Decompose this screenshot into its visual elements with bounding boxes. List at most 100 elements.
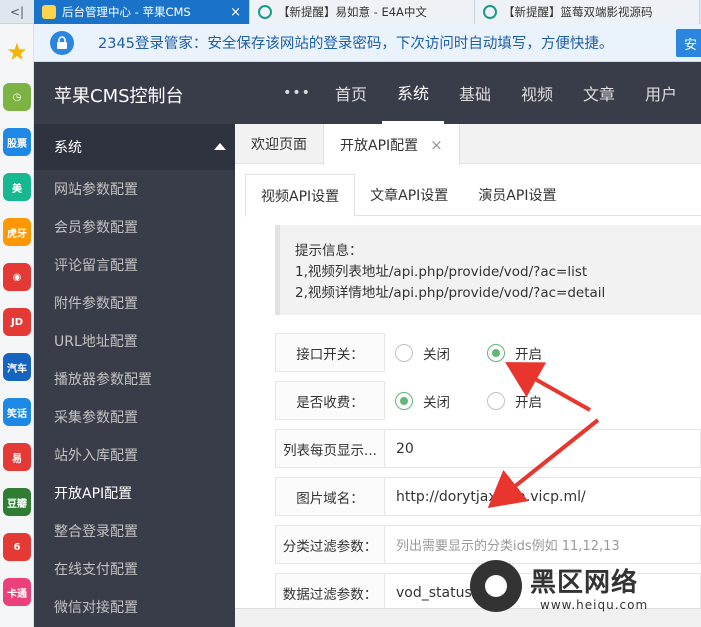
watermark-brand: 黑区网络 bbox=[530, 568, 639, 598]
yi-icon[interactable]: 易 bbox=[3, 443, 31, 471]
nav-item-article[interactable]: 文章 bbox=[568, 62, 630, 124]
password-manager-text: 2345登录管家：安全保存该网站的登录密码，下次访问时自动填写，方便快捷。 bbox=[98, 36, 614, 52]
pagesize-input[interactable]: 20 bbox=[384, 429, 701, 468]
radio-checked-icon bbox=[395, 392, 413, 410]
sidebar-item-member-config[interactable]: 会员参数配置 bbox=[34, 208, 235, 246]
sidebar-item-import-config[interactable]: 站外入库配置 bbox=[34, 436, 235, 474]
browser-sidebar: ★ ◷ 股票美虎牙 ◉ JD 汽车笑话易豆瓣 6 卡通 bbox=[0, 24, 34, 627]
tab-close-icon[interactable]: × bbox=[224, 5, 241, 20]
password-manager-bar: 2345登录管家：安全保存该网站的登录密码，下次访问时自动填写，方便快捷。 安 bbox=[0, 24, 701, 62]
switch-off-radio[interactable]: 关闭 bbox=[395, 343, 450, 363]
watermark: 黑区网络 www.heiqu.com bbox=[462, 560, 701, 627]
subtab-article-api[interactable]: 文章API设置 bbox=[355, 174, 463, 216]
radio-circle-icon bbox=[395, 344, 413, 362]
imgdomain-label: 图片域名： bbox=[275, 477, 385, 516]
sidebar-group-system[interactable]: 系统 bbox=[34, 124, 235, 170]
cms-header: 苹果CMS控制台 ••• 首页 系统 基础 视频 文章 用户 模 bbox=[34, 62, 701, 124]
form-row-pagesize: 列表每页显示... 20 bbox=[275, 429, 701, 468]
nav-item-video[interactable]: 视频 bbox=[506, 62, 568, 124]
watermark-logo-icon bbox=[470, 560, 522, 612]
subtab-video-api[interactable]: 视频API设置 bbox=[245, 174, 356, 217]
radio-label: 关闭 bbox=[423, 347, 450, 363]
cartoon-icon[interactable]: 卡通 bbox=[3, 578, 31, 606]
charge-on-radio[interactable]: 开启 bbox=[487, 391, 542, 411]
cms-logo: 苹果CMS控制台 bbox=[54, 86, 184, 107]
tab-welcome[interactable]: 欢迎页面 bbox=[235, 124, 323, 164]
subtab-actor-api[interactable]: 演员API设置 bbox=[463, 174, 571, 216]
sidebar-item-api-config[interactable]: 开放API配置 bbox=[34, 474, 235, 512]
switch-on-radio[interactable]: 开启 bbox=[487, 343, 542, 363]
typefilter-label: 分类过滤参数： bbox=[275, 525, 385, 564]
charge-off-radio[interactable]: 关闭 bbox=[395, 391, 450, 411]
browser-tab-title: 后台管理中心 - 苹果CMS bbox=[62, 5, 191, 19]
save-password-button[interactable]: 安 bbox=[676, 29, 701, 57]
switch-label: 接口开关： bbox=[275, 333, 385, 372]
nav-item-home[interactable]: 首页 bbox=[320, 62, 382, 124]
radio-label: 开启 bbox=[515, 395, 542, 411]
form-row-typefilter: 分类过滤参数： 列出需要显示的分类ids例如 11,12,13 bbox=[275, 525, 701, 564]
sidebar-item-player-config[interactable]: 播放器参数配置 bbox=[34, 360, 235, 398]
sidebar-item-url-config[interactable]: URL地址配置 bbox=[34, 322, 235, 360]
browser-tab-title: 【新提醒】易如意 - E4A中文 bbox=[278, 5, 427, 19]
radio-circle-icon bbox=[487, 392, 505, 410]
main-content: 欢迎页面 开放API配置 × 视频API设置 文章API设置 演员API设置 提… bbox=[235, 124, 701, 627]
form-row-charge: 是否收费： 关闭 开启 bbox=[275, 381, 701, 420]
sidebar-item-login-config[interactable]: 整合登录配置 bbox=[34, 512, 235, 550]
tab-api-config[interactable]: 开放API配置 × bbox=[323, 124, 460, 165]
top-nav: ••• 首页 系统 基础 视频 文章 用户 模 bbox=[274, 62, 701, 124]
radio-label: 开启 bbox=[515, 347, 542, 363]
lock-icon bbox=[50, 30, 74, 55]
api-sub-tabs: 视频API设置 文章API设置 演员API设置 bbox=[245, 174, 701, 217]
datafilter-label: 数据过滤参数： bbox=[275, 573, 385, 612]
sidebar-item-attachment-config[interactable]: 附件参数配置 bbox=[34, 284, 235, 322]
tab-close-icon[interactable]: × bbox=[430, 136, 443, 154]
browser-tab[interactable]: 【新提醒】易如意 - E4A中文 bbox=[250, 0, 475, 24]
pagesize-label: 列表每页显示... bbox=[275, 429, 385, 468]
radio-label: 关闭 bbox=[423, 395, 450, 411]
sidebar-item-pay-config[interactable]: 在线支付配置 bbox=[34, 550, 235, 588]
car-icon[interactable]: 汽车 bbox=[3, 353, 31, 381]
page-tabs: 欢迎页面 开放API配置 × bbox=[235, 124, 701, 165]
watermark-url: www.heiqu.com bbox=[540, 598, 649, 612]
sidebar-item-collect-config[interactable]: 采集参数配置 bbox=[34, 398, 235, 436]
typefilter-input[interactable]: 列出需要显示的分类ids例如 11,12,13 bbox=[384, 525, 701, 564]
browser-tab[interactable]: 【新提醒】篮莓双端影视源码 bbox=[475, 0, 700, 24]
form-row-imgdomain: 图片域名： http://dorytjax.usa.vicp.ml/ bbox=[275, 477, 701, 516]
charge-label: 是否收费： bbox=[275, 381, 385, 420]
browser-tab-title: 【新提醒】篮莓双端影视源码 bbox=[503, 5, 653, 19]
apple-cms-favicon-icon bbox=[42, 5, 56, 19]
six-icon[interactable]: 6 bbox=[3, 533, 31, 561]
huya-icon[interactable]: 虎牙 bbox=[3, 218, 31, 246]
hint-line: 2,视频详情地址/api.php/provide/vod/?ac=detail bbox=[295, 285, 606, 301]
sidebar-item-wechat-config[interactable]: 微信对接配置 bbox=[34, 588, 235, 626]
imgdomain-input[interactable]: http://dorytjax.usa.vicp.ml/ bbox=[384, 477, 701, 516]
nav-item-basic[interactable]: 基础 bbox=[444, 62, 506, 124]
nav-item-system[interactable]: 系统 bbox=[382, 62, 444, 124]
stock-icon[interactable]: 股票 bbox=[3, 128, 31, 156]
nav-item-template[interactable]: 模 bbox=[692, 62, 701, 124]
cms-sidebar: 系统 网站参数配置 会员参数配置 评论留言配置 附件参数配置 URL地址配置 播… bbox=[34, 124, 235, 627]
nav-item-user[interactable]: 用户 bbox=[630, 62, 692, 124]
tab-back-button[interactable]: <| bbox=[0, 0, 34, 24]
browser-tab-strip: <| 后台管理中心 - 苹果CMS × 【新提醒】易如意 - E4A中文 【新提… bbox=[0, 0, 701, 24]
chrome-icon[interactable]: ◉ bbox=[3, 263, 31, 291]
nav-more-icon[interactable]: ••• bbox=[274, 62, 320, 124]
hint-title: 提示信息： bbox=[295, 243, 363, 259]
jd-icon[interactable]: JD bbox=[3, 308, 31, 336]
browser-tab-active[interactable]: 后台管理中心 - 苹果CMS × bbox=[34, 0, 250, 24]
tab-api-config-label: 开放API配置 bbox=[340, 137, 419, 154]
site-favicon-icon bbox=[258, 5, 272, 19]
joke-icon[interactable]: 笑话 bbox=[3, 398, 31, 426]
star-icon[interactable]: ★ bbox=[3, 38, 31, 66]
radio-checked-icon bbox=[487, 344, 505, 362]
tab-welcome-label: 欢迎页面 bbox=[251, 137, 307, 153]
hint-line: 1,视频列表地址/api.php/provide/vod/?ac=list bbox=[295, 264, 588, 280]
sidebar-item-comment-config[interactable]: 评论留言配置 bbox=[34, 246, 235, 284]
sidebar-item-site-config[interactable]: 网站参数配置 bbox=[34, 170, 235, 208]
form-row-switch: 接口开关： 关闭 开启 bbox=[275, 333, 701, 372]
douban-icon[interactable]: 豆瓣 bbox=[3, 488, 31, 516]
caret-up-icon bbox=[214, 143, 226, 150]
meituan-icon[interactable]: 美 bbox=[3, 173, 31, 201]
sidebar-group-label: 系统 bbox=[54, 140, 82, 156]
clock-icon[interactable]: ◷ bbox=[3, 83, 31, 111]
